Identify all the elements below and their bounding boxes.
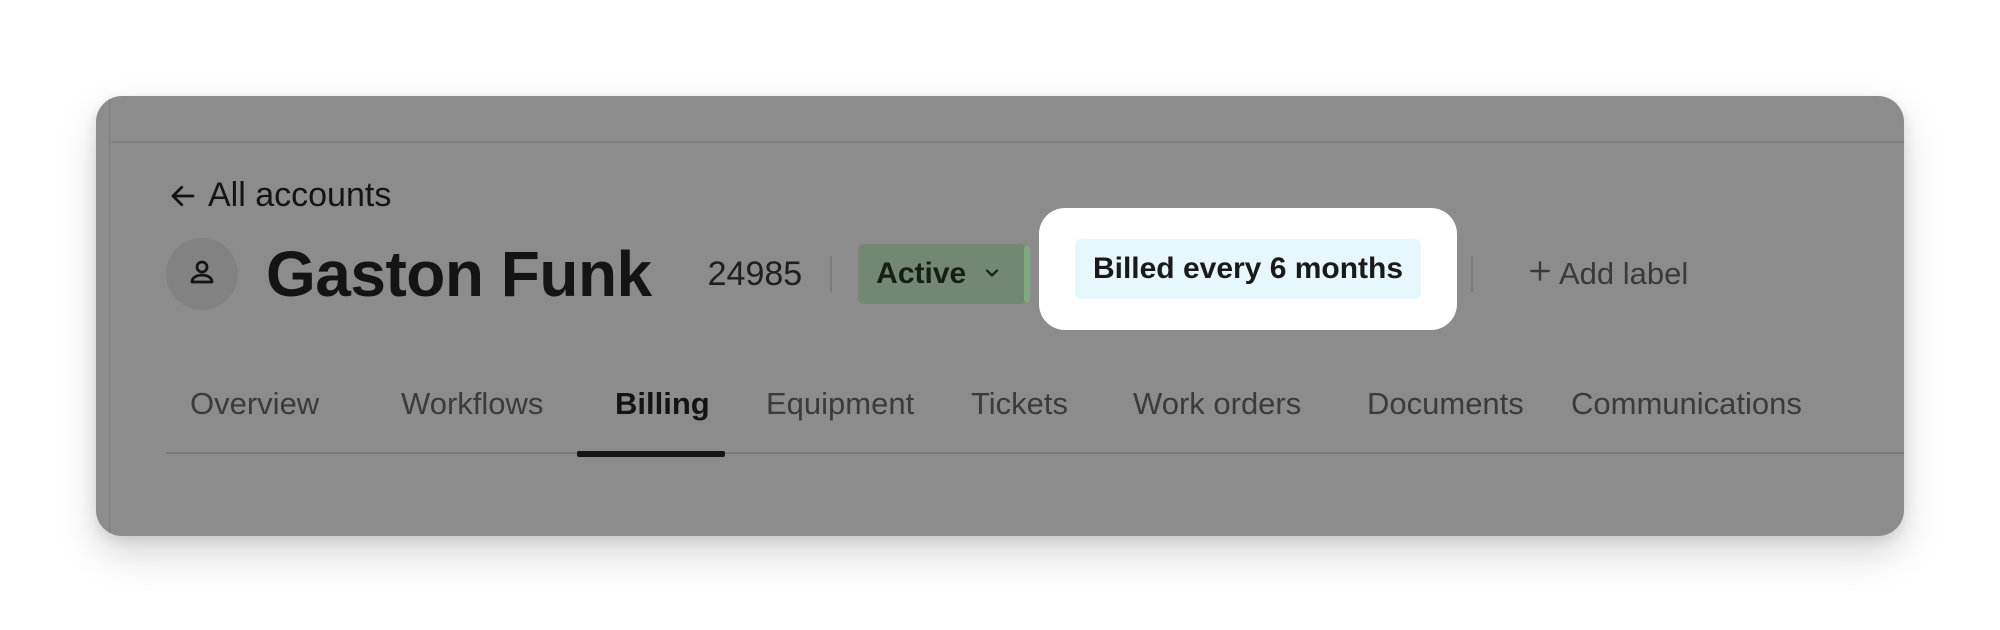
tab-communications[interactable]: Communications	[1571, 356, 1802, 452]
account-id: 24985	[707, 254, 803, 293]
label-actions: Add label	[1471, 234, 1688, 314]
billing-frequency-label: Billed every 6 months	[1092, 252, 1404, 285]
arrow-left-icon	[168, 181, 198, 211]
tab-tickets[interactable]: Tickets	[971, 356, 1068, 452]
tab-work-orders[interactable]: Work orders	[1133, 356, 1301, 452]
chevron-down-icon	[982, 257, 1002, 291]
back-link-label: All accounts	[208, 176, 392, 214]
tabs-divider	[166, 452, 1904, 454]
status-label: Active	[876, 257, 967, 290]
top-divider	[110, 141, 1904, 143]
divider	[830, 256, 833, 292]
tab-billing[interactable]: Billing	[615, 356, 710, 452]
plus-icon	[1527, 256, 1553, 292]
user-icon	[187, 257, 217, 292]
status-dropdown[interactable]: Active	[858, 244, 1031, 304]
divider	[1471, 256, 1473, 292]
add-label-button[interactable]: Add label	[1527, 256, 1688, 292]
back-to-all-accounts-link[interactable]: All accounts	[168, 176, 391, 215]
tab-documents[interactable]: Documents	[1367, 356, 1524, 452]
account-tabs: Overview Workflows Billing Equipment Tic…	[166, 356, 1904, 452]
tab-equipment[interactable]: Equipment	[766, 356, 914, 452]
account-name: Gaston Funk	[266, 238, 652, 310]
tab-overview[interactable]: Overview	[190, 356, 319, 452]
billing-badge-highlight: Billed every 6 months	[1039, 208, 1457, 330]
active-tab-indicator	[577, 451, 725, 457]
billing-frequency-badge[interactable]: Billed every 6 months	[1074, 239, 1422, 299]
account-header-card: All accounts Gaston Funk 24985 Active Bi…	[96, 96, 1904, 536]
account-title-row: Gaston Funk 24985 Active	[166, 234, 1031, 314]
tab-workflows[interactable]: Workflows	[401, 356, 543, 452]
panel-left-border	[109, 96, 110, 536]
add-label-text: Add label	[1559, 256, 1689, 291]
avatar	[166, 238, 238, 310]
